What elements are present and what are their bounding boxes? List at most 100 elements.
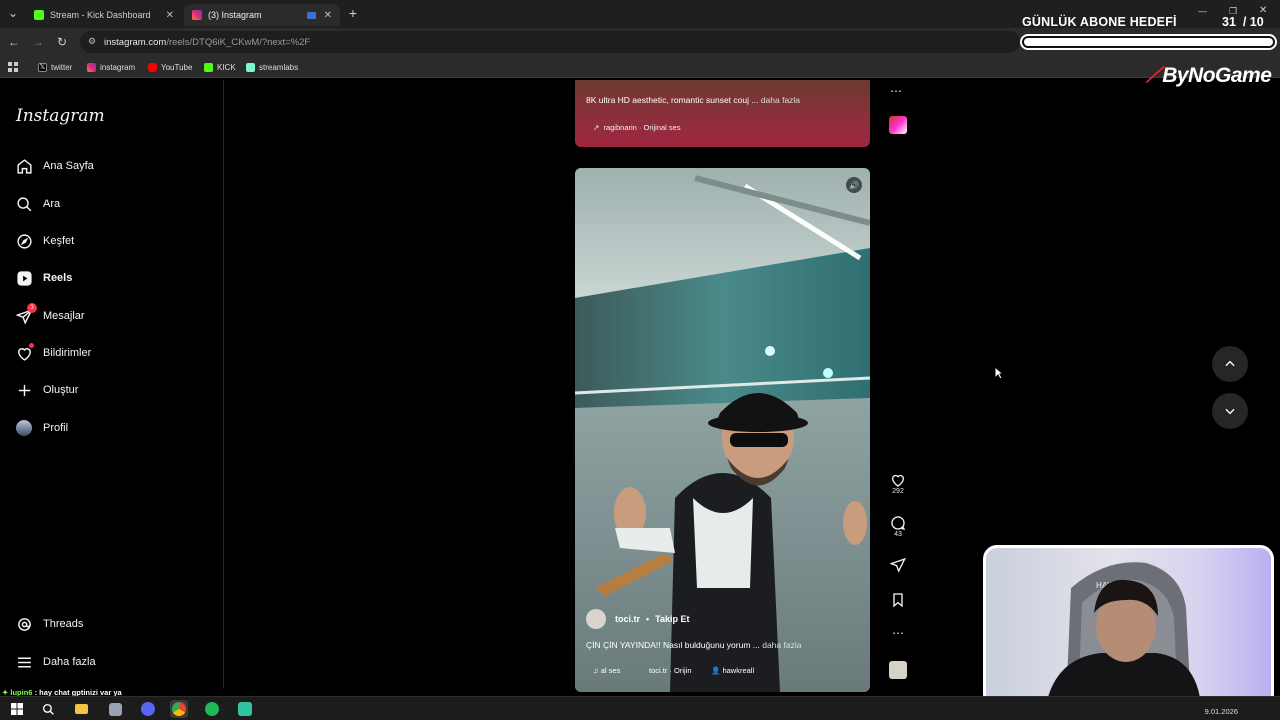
bookmark-icon <box>893 593 903 608</box>
goal-current: 31 <box>1222 15 1236 29</box>
comment-button[interactable]: 43 <box>886 515 910 538</box>
more-link[interactable]: daha fazla <box>761 95 800 105</box>
messages-badge: 3 <box>27 303 37 313</box>
more-link[interactable]: daha fazla <box>762 640 801 650</box>
nav-notifications[interactable]: Bildirimler <box>15 342 91 364</box>
tab-search-chevron-icon[interactable]: ⌄ <box>5 5 21 21</box>
audio-text: ragibnarin · Orijinal ses <box>603 123 681 132</box>
like-count: 292 <box>892 488 904 495</box>
discord-icon[interactable] <box>139 700 157 718</box>
nav-messages[interactable]: 3 Mesajlar <box>15 303 85 327</box>
author-username[interactable]: toci.tr <box>615 614 640 624</box>
menu-icon <box>15 653 33 671</box>
next-reel-button[interactable] <box>1212 393 1248 429</box>
site-info-icon[interactable]: ⚙ <box>88 36 96 47</box>
nav-search[interactable]: Ara <box>15 193 60 215</box>
more-options-icon[interactable]: ⋯ <box>886 626 910 640</box>
chrome-icon[interactable] <box>170 700 188 718</box>
save-button[interactable] <box>886 592 910 608</box>
nav-threads[interactable]: Threads <box>15 613 83 635</box>
previous-reel-audio[interactable]: ↗ ragibnarin · Orijinal ses <box>593 123 681 132</box>
reels-icon <box>15 269 33 287</box>
arrow-icon: ↗ <box>593 123 600 132</box>
bookmark-instagram[interactable]: instagram <box>87 60 135 74</box>
more-options-icon[interactable]: ⋯ <box>890 84 902 98</box>
subscriber-goal-title: GÜNLÜK ABONE HEDEFİ <box>1022 15 1177 29</box>
heart-icon <box>892 474 904 487</box>
nav-create[interactable]: Oluştur <box>15 379 78 401</box>
compass-icon <box>15 232 33 250</box>
nav-more[interactable]: Daha fazla <box>15 651 96 673</box>
reel-author: toci.tr • Takip Et <box>586 609 690 629</box>
apps-grid-icon[interactable] <box>8 60 18 74</box>
reel-video[interactable]: 🔊 toci.tr • Takip Et ÇİN ÇİN YAYINDA!! N… <box>575 168 870 692</box>
nav-label: Ara <box>43 198 61 210</box>
mouse-cursor-icon <box>994 366 1004 380</box>
close-tab-icon[interactable]: ✕ <box>166 10 174 21</box>
spotify-icon[interactable] <box>203 700 221 718</box>
bookmark-label: twitter <box>51 62 73 72</box>
heart-icon <box>15 343 34 362</box>
subscriber-goal-count: 31 / 10 <box>1222 15 1264 29</box>
search-icon[interactable] <box>39 700 57 718</box>
author-avatar[interactable] <box>586 609 606 629</box>
previous-reel-button[interactable] <box>1212 346 1248 382</box>
close-tab-icon[interactable]: ✕ <box>324 10 332 21</box>
nav-home[interactable]: Ana Sayfa <box>15 155 94 177</box>
reel-audio-mid[interactable]: toci.tr · Orijin <box>649 666 692 675</box>
volume-icon[interactable]: 🔊 <box>846 177 862 193</box>
app-icon[interactable] <box>106 700 124 718</box>
previous-reel[interactable]: 8K ultra HD aesthetic, romantic sunset c… <box>575 80 870 147</box>
nav-label: Threads <box>43 618 84 630</box>
nav-profile[interactable]: Profil <box>15 417 68 439</box>
nav-label: Ana Sayfa <box>43 160 94 172</box>
person-icon: 👤 <box>711 666 721 675</box>
instagram-favicon-icon <box>192 10 202 20</box>
windows-start-icon[interactable] <box>8 700 26 718</box>
follow-button[interactable]: Takip Et <box>655 614 689 624</box>
taskbar-date: 9.01.2026 <box>1204 707 1238 716</box>
bookmark-youtube[interactable]: YouTube <box>148 60 192 74</box>
bookmark-streamlabs[interactable]: streamlabs <box>246 60 298 74</box>
share-button[interactable] <box>886 557 910 573</box>
bookmark-label: KICK <box>217 62 236 72</box>
reel-audio-left[interactable]: ♫ al ses <box>593 666 620 675</box>
url-host: instagram.com <box>104 36 167 48</box>
file-explorer-icon[interactable] <box>72 700 90 718</box>
plus-icon <box>15 381 33 399</box>
nav-explore[interactable]: Keşfet <box>15 230 74 252</box>
back-button[interactable]: ← <box>6 34 22 50</box>
subscriber-goal-bar <box>1020 34 1277 50</box>
bookmark-kick[interactable]: KICK <box>204 60 236 74</box>
address-bar[interactable]: ⚙ instagram.com/reels/DTQ6iK_CKwM/?next=… <box>80 31 1020 53</box>
minimize-icon[interactable]: — <box>1198 6 1207 16</box>
tab-kick-dashboard[interactable]: Stream - Kick Dashboard ✕ <box>26 4 182 26</box>
streamlabs-icon[interactable] <box>236 700 254 718</box>
youtube-icon <box>148 62 157 72</box>
like-button[interactable]: 292 <box>886 472 910 495</box>
kick-icon <box>204 62 213 72</box>
caption-text: ÇİN ÇİN YAYINDA!! Nasıl bulduğunu yorum … <box>586 640 760 650</box>
forward-button[interactable]: → <box>30 34 46 50</box>
bookmark-twitter[interactable]: 𝕏twitter <box>38 60 72 74</box>
previous-audio-thumbnail[interactable] <box>889 116 907 134</box>
messages-icon: 3 <box>15 303 37 325</box>
reload-button[interactable]: ↻ <box>54 34 70 50</box>
nav-label: Keşfet <box>43 235 75 247</box>
caption-text: 8K ultra HD aesthetic, romantic sunset c… <box>586 95 759 105</box>
audio-thumbnail[interactable] <box>889 661 907 679</box>
reel-tagged-user[interactable]: 👤 hawkreall <box>711 666 754 675</box>
new-tab-button[interactable]: + <box>345 5 361 21</box>
webcam-overlay: HAWK <box>983 545 1274 708</box>
tab-instagram[interactable]: (3) Instagram ✕ <box>184 4 340 26</box>
nav-reels[interactable]: Reels <box>15 267 72 289</box>
instagram-logo[interactable]: Instagram <box>16 106 105 126</box>
reel-caption: ÇİN ÇİN YAYINDA!! Nasıl bulduğunu yorum … <box>586 640 801 650</box>
goal-total: / 10 <box>1242 15 1264 29</box>
home-icon <box>15 157 33 175</box>
url-path: /reels/DTQ6iK_CKwM/?next=%2F <box>166 36 311 48</box>
threads-icon <box>15 615 33 633</box>
nav-label: Oluştur <box>43 384 79 396</box>
bookmark-label: instagram <box>100 62 136 72</box>
nav-label: Profil <box>43 422 69 434</box>
